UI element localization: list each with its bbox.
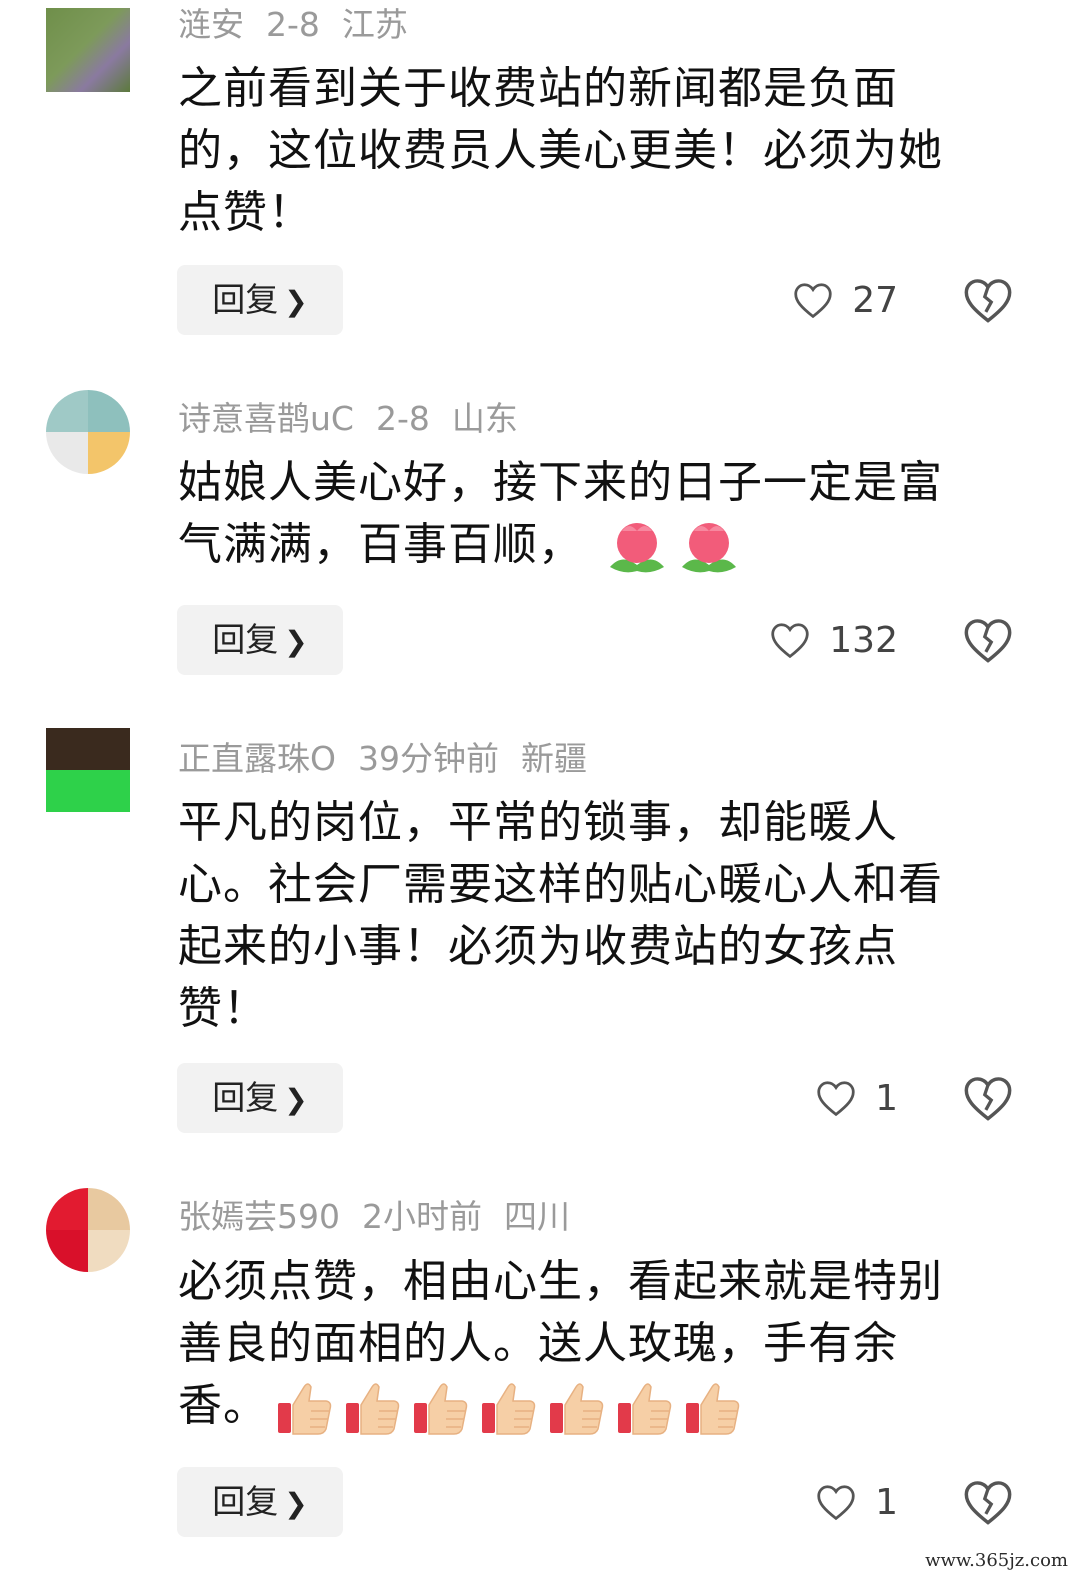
broken-heart-icon[interactable] <box>962 274 1014 326</box>
reply-button[interactable]: 回复 ❯ <box>177 1467 343 1537</box>
comment-text: 之前看到关于收费站的新闻都是负面 的，这位收费员人美心更美！必须为她 点赞！ <box>178 63 943 238</box>
comment-time: 2小时前 <box>362 1197 482 1236</box>
thumbs-up-emoji <box>346 1383 400 1435</box>
thumbs-up-emoji <box>618 1383 672 1435</box>
comment-text: 平凡的岗位，平常的锁事，却能暖人 心。社会厂需要这样的贴心暖心人和看 起来的小事… <box>178 797 943 1034</box>
watermark: www.365jz.com <box>925 1550 1068 1571</box>
thumbs-up-emoji <box>482 1383 536 1435</box>
like-button[interactable]: 132 <box>769 605 898 675</box>
comment-location: 新疆 <box>520 739 587 778</box>
comment-username[interactable]: 诗意喜鹊uC <box>178 399 354 438</box>
tulip-emoji <box>682 523 736 573</box>
avatar[interactable] <box>46 390 130 474</box>
comment-text: 姑娘人美心好，接下来的日子一定是富 气满满，百事百顺， <box>178 452 1008 577</box>
avatar[interactable] <box>46 1188 130 1272</box>
comment-time: 2-8 <box>375 399 430 438</box>
like-button[interactable]: 27 <box>792 265 898 335</box>
like-count: 1 <box>875 1481 898 1523</box>
comment-text: 必须点赞，相由心生，看起来就是特别 善良的面相的人。送人玫瑰，手有余 香。 <box>178 1251 1008 1439</box>
like-count: 27 <box>852 279 898 321</box>
like-count: 1 <box>875 1077 898 1119</box>
comment-username[interactable]: 张嫣芸590 <box>178 1197 340 1236</box>
comment-location: 江苏 <box>341 5 408 44</box>
reply-button[interactable]: 回复 ❯ <box>177 1063 343 1133</box>
heart-outline-icon <box>817 1081 855 1117</box>
like-count: 132 <box>829 619 898 661</box>
comment-username[interactable]: 正直露珠O <box>178 739 336 778</box>
avatar[interactable] <box>46 8 130 92</box>
heart-outline-icon <box>771 623 809 659</box>
chevron-right-icon: ❯ <box>284 1083 308 1116</box>
like-button[interactable]: 1 <box>815 1063 898 1133</box>
chevron-right-icon: ❯ <box>284 1487 308 1520</box>
chevron-right-icon: ❯ <box>284 625 308 658</box>
like-button[interactable]: 1 <box>815 1467 898 1537</box>
thumbs-up-emoji <box>686 1383 740 1435</box>
thumbs-up-emoji <box>278 1383 332 1435</box>
comment-time: 2-8 <box>266 5 320 44</box>
comment-location: 山东 <box>451 399 518 438</box>
comment-time: 39分钟前 <box>357 739 499 778</box>
tulip-emoji <box>610 523 664 573</box>
heart-outline-icon <box>817 1485 855 1521</box>
broken-heart-icon[interactable] <box>962 1072 1014 1124</box>
chevron-right-icon: ❯ <box>284 285 308 318</box>
heart-outline-icon <box>794 283 832 319</box>
reply-button[interactable]: 回复 ❯ <box>177 605 343 675</box>
comment-location: 四川 <box>504 1197 570 1236</box>
broken-heart-icon[interactable] <box>962 614 1014 666</box>
broken-heart-icon[interactable] <box>962 1476 1014 1528</box>
comment-username[interactable]: 涟安 <box>178 5 244 44</box>
avatar[interactable] <box>46 728 130 812</box>
thumbs-up-emoji <box>550 1383 604 1435</box>
thumbs-up-emoji <box>414 1383 468 1435</box>
reply-button[interactable]: 回复 ❯ <box>177 265 343 335</box>
